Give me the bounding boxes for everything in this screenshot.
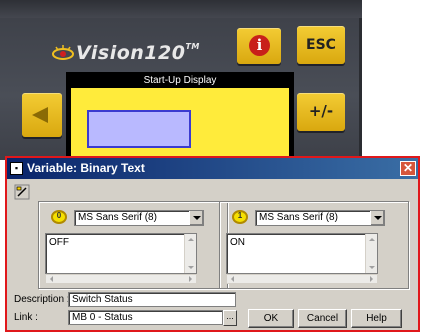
- on-state-group: 1 MS Sans Serif (8) ON: [219, 201, 409, 289]
- description-field[interactable]: Switch Status: [68, 292, 236, 307]
- info-icon: i: [249, 35, 270, 56]
- off-text-horizontal-scrollbar[interactable]: [45, 274, 197, 284]
- esc-key[interactable]: ESC: [297, 26, 345, 64]
- plc-device-panel: Vision120TM i ESC +/- Start-Up Display: [0, 0, 362, 160]
- description-label: Description :: [14, 294, 70, 305]
- left-arrow-key[interactable]: [22, 93, 62, 137]
- lcd-screen-area: [71, 88, 289, 160]
- off-text-input[interactable]: OFF: [45, 233, 197, 274]
- off-font-select[interactable]: MS Sans Serif (8): [74, 210, 204, 226]
- info-key[interactable]: i: [237, 28, 281, 64]
- on-font-select[interactable]: MS Sans Serif (8): [255, 210, 385, 226]
- off-state-group: 0 MS Sans Serif (8) OFF: [38, 201, 228, 289]
- chevron-down-icon[interactable]: [189, 211, 203, 225]
- on-font-value: MS Sans Serif (8): [259, 212, 338, 223]
- off-text-vertical-scrollbar[interactable]: [184, 234, 196, 273]
- cancel-button[interactable]: Cancel: [298, 309, 347, 328]
- on-text-input[interactable]: ON: [226, 233, 378, 274]
- link-browse-button[interactable]: ...: [223, 310, 237, 326]
- on-text-horizontal-scrollbar[interactable]: [226, 274, 378, 284]
- lcd-display-title: Start-Up Display: [143, 75, 217, 86]
- dialog-titlebar[interactable]: ▪ Variable: Binary Text ✕: [7, 158, 418, 179]
- off-text-value: OFF: [49, 237, 69, 248]
- binary-text-element[interactable]: [87, 110, 191, 148]
- link-field[interactable]: MB 0 - Status: [68, 310, 223, 325]
- plus-minus-key[interactable]: +/-: [297, 93, 345, 131]
- off-state-icon: 0: [51, 210, 67, 224]
- on-text-value: ON: [230, 237, 245, 248]
- chevron-down-icon[interactable]: [370, 211, 384, 225]
- variable-icon: ▪: [10, 162, 23, 175]
- left-arrow-icon: [32, 107, 48, 123]
- link-tool-icon[interactable]: [14, 184, 30, 200]
- link-label: Link :: [14, 312, 38, 323]
- dialog-title: Variable: Binary Text: [27, 161, 145, 175]
- on-text-vertical-scrollbar[interactable]: [365, 234, 377, 273]
- device-brand-logo: Vision120TM: [76, 41, 200, 64]
- on-state-icon: 1: [232, 210, 248, 224]
- device-top-bezel: [0, 0, 362, 18]
- help-button[interactable]: Help: [351, 309, 402, 328]
- lcd-display: Start-Up Display: [66, 72, 294, 160]
- off-font-value: MS Sans Serif (8): [78, 212, 157, 223]
- ok-button[interactable]: OK: [248, 309, 294, 328]
- close-button[interactable]: ✕: [400, 161, 416, 176]
- unitronics-eye-icon: [52, 45, 74, 60]
- binary-text-dialog: ▪ Variable: Binary Text ✕ 0 MS Sans Seri…: [5, 156, 420, 332]
